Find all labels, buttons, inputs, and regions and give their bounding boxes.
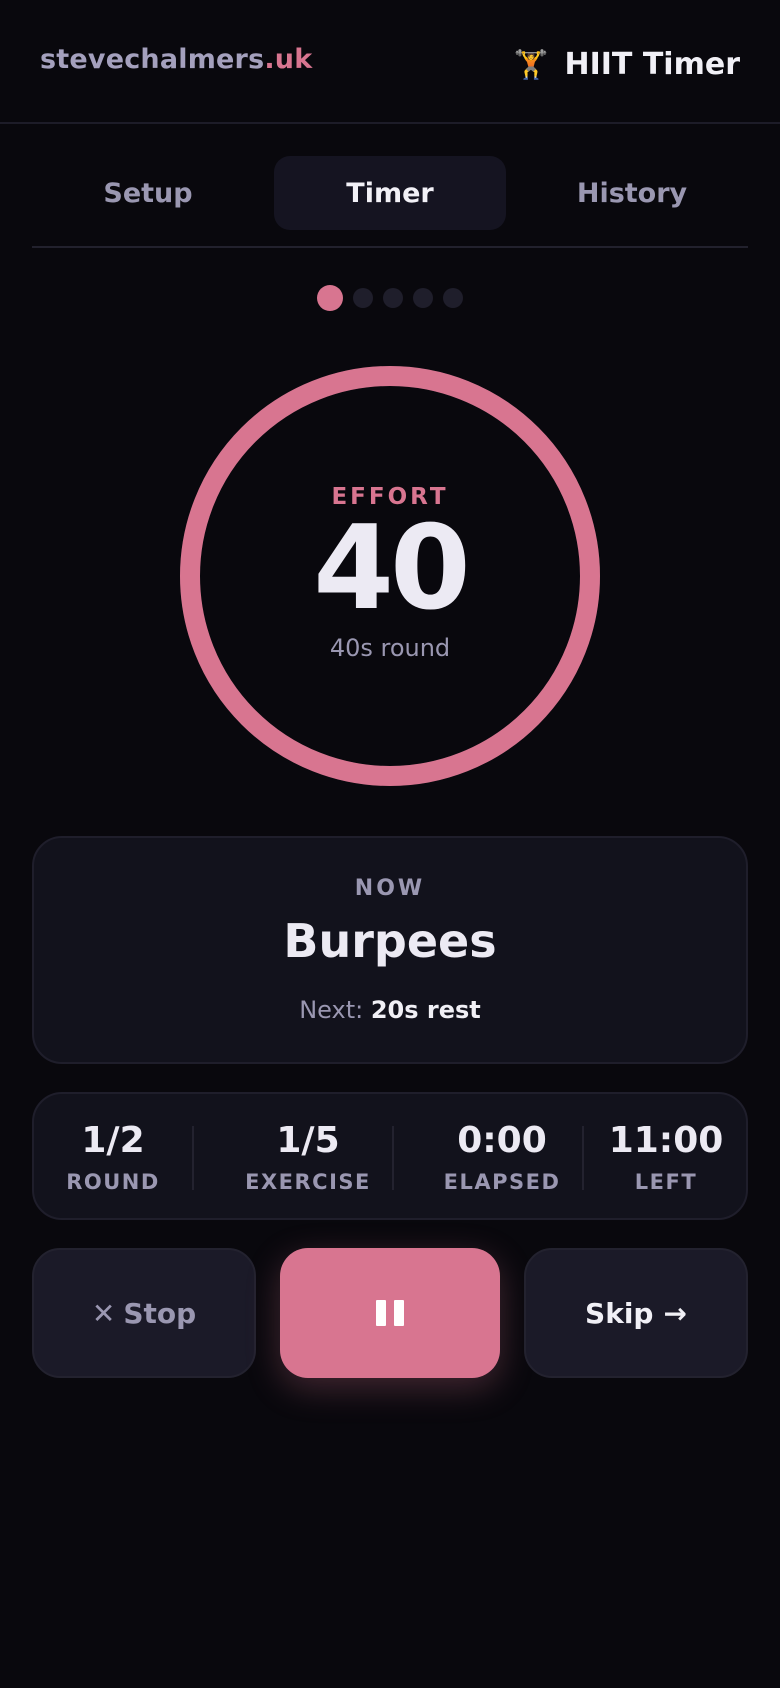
timer-readout: EFFORT 40 40s round	[180, 366, 600, 786]
timer-ring: EFFORT 40 40s round	[180, 366, 600, 786]
tab-timer[interactable]: Timer	[274, 156, 506, 230]
stat-round-label: ROUND	[66, 1170, 160, 1194]
site-brand-link[interactable]: stevechalmers.uk	[40, 44, 312, 75]
next-prefix: Next:	[299, 996, 364, 1024]
current-exercise-card: NOW Burpees Next: 20s rest	[32, 836, 748, 1064]
workout-stats: 1/2 ROUND 1/5 EXERCISE 0:00 ELAPSED 11:0…	[32, 1092, 748, 1220]
countdown-value: 40	[313, 500, 470, 636]
stat-exercise: 1/5 EXERCISE	[192, 1094, 424, 1222]
stop-button[interactable]: ✕ Stop	[32, 1248, 256, 1378]
progress-dot	[413, 288, 433, 308]
weightlifter-icon: 🏋️	[513, 47, 549, 81]
tab-setup[interactable]: Setup	[32, 156, 264, 230]
brand-name: stevechalmers	[40, 44, 265, 75]
app-title: 🏋️ HIIT Timer	[514, 44, 740, 84]
tab-history[interactable]: History	[516, 156, 748, 230]
pause-button[interactable]	[280, 1248, 500, 1378]
stat-elapsed-label: ELAPSED	[443, 1170, 561, 1194]
app-title-text: HIIT Timer	[564, 46, 741, 82]
skip-button[interactable]: Skip →	[524, 1248, 748, 1378]
app-header: stevechalmers.uk 🏋️ HIIT Timer	[0, 0, 780, 124]
progress-dot	[443, 288, 463, 308]
progress-dot	[383, 288, 403, 308]
stat-exercise-label: EXERCISE	[245, 1170, 371, 1194]
exercise-progress-dots	[0, 284, 780, 312]
stat-left: 11:00 LEFT	[582, 1094, 750, 1222]
brand-tld: .uk	[264, 44, 313, 75]
next-value: 20s rest	[370, 996, 481, 1024]
stat-round: 1/2 ROUND	[34, 1094, 192, 1222]
stat-left-value: 11:00	[608, 1120, 724, 1161]
stat-exercise-value: 1/5	[276, 1120, 340, 1161]
round-duration: 40s round	[329, 634, 451, 663]
arrow-right-icon: →	[663, 1296, 687, 1330]
progress-dot	[353, 288, 373, 308]
stat-round-value: 1/2	[81, 1120, 145, 1161]
pause-icon	[376, 1300, 404, 1326]
now-label: NOW	[354, 876, 426, 901]
progress-dot-active	[317, 285, 343, 311]
tab-bar: Setup Timer History	[32, 156, 748, 248]
stop-label: Stop	[123, 1296, 197, 1330]
stat-elapsed-value: 0:00	[457, 1120, 547, 1161]
skip-label: Skip	[585, 1296, 654, 1330]
stat-left-label: LEFT	[634, 1170, 698, 1194]
stat-elapsed: 0:00 ELAPSED	[392, 1094, 612, 1222]
next-up: Next: 20s rest	[34, 996, 746, 1024]
close-icon: ✕	[91, 1296, 116, 1330]
exercise-name: Burpees	[283, 914, 497, 968]
